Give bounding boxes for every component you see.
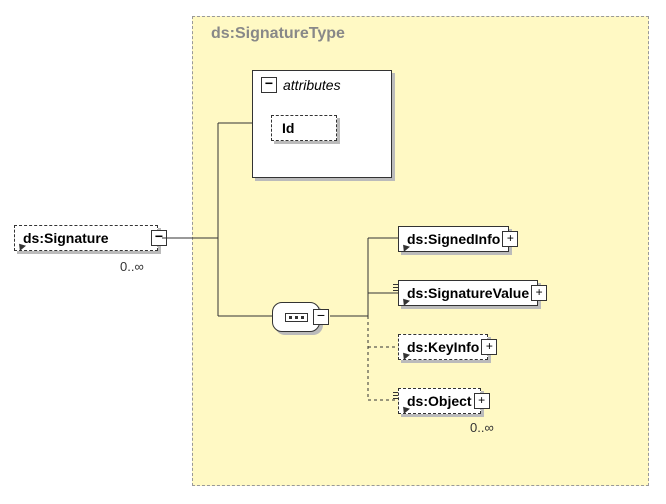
expand-icon: + xyxy=(474,393,490,409)
element-object: ds:Object + xyxy=(398,388,481,414)
root-cardinality: 0..∞ xyxy=(120,259,144,274)
root-label: ds:Signature xyxy=(23,230,109,246)
attributes-header: − attributes xyxy=(253,71,391,99)
object-cardinality: 0..∞ xyxy=(470,420,494,435)
root-element: ds:Signature − xyxy=(14,225,158,251)
lines-mark-icon xyxy=(393,392,398,399)
signaturevalue-label: ds:SignatureValue xyxy=(407,285,529,301)
expand-icon: + xyxy=(481,339,497,355)
element-keyinfo: ds:KeyInfo + xyxy=(398,334,488,360)
sequence-compositor: − xyxy=(272,302,320,332)
element-signaturevalue: ds:SignatureValue + xyxy=(398,280,538,306)
signedinfo-label: ds:SignedInfo xyxy=(407,231,500,247)
attributes-header-label: attributes xyxy=(283,77,341,93)
object-label: ds:Object xyxy=(407,393,472,409)
collapse-icon: − xyxy=(151,230,167,246)
attributes-icon: − xyxy=(261,77,277,93)
attributes-box: − attributes Id xyxy=(252,70,392,178)
lines-mark-icon xyxy=(393,284,398,291)
sequence-icon xyxy=(285,313,308,322)
expand-icon: + xyxy=(502,231,518,247)
element-signedinfo: ds:SignedInfo + xyxy=(398,226,509,252)
expand-icon: − xyxy=(313,309,329,325)
attribute-id: Id xyxy=(271,115,337,141)
diagram-container: ds:SignatureType ds:Signature − 0..∞ − a… xyxy=(0,0,666,504)
expand-icon: + xyxy=(531,285,547,301)
keyinfo-label: ds:KeyInfo xyxy=(407,339,479,355)
type-title: ds:SignatureType xyxy=(211,25,345,43)
